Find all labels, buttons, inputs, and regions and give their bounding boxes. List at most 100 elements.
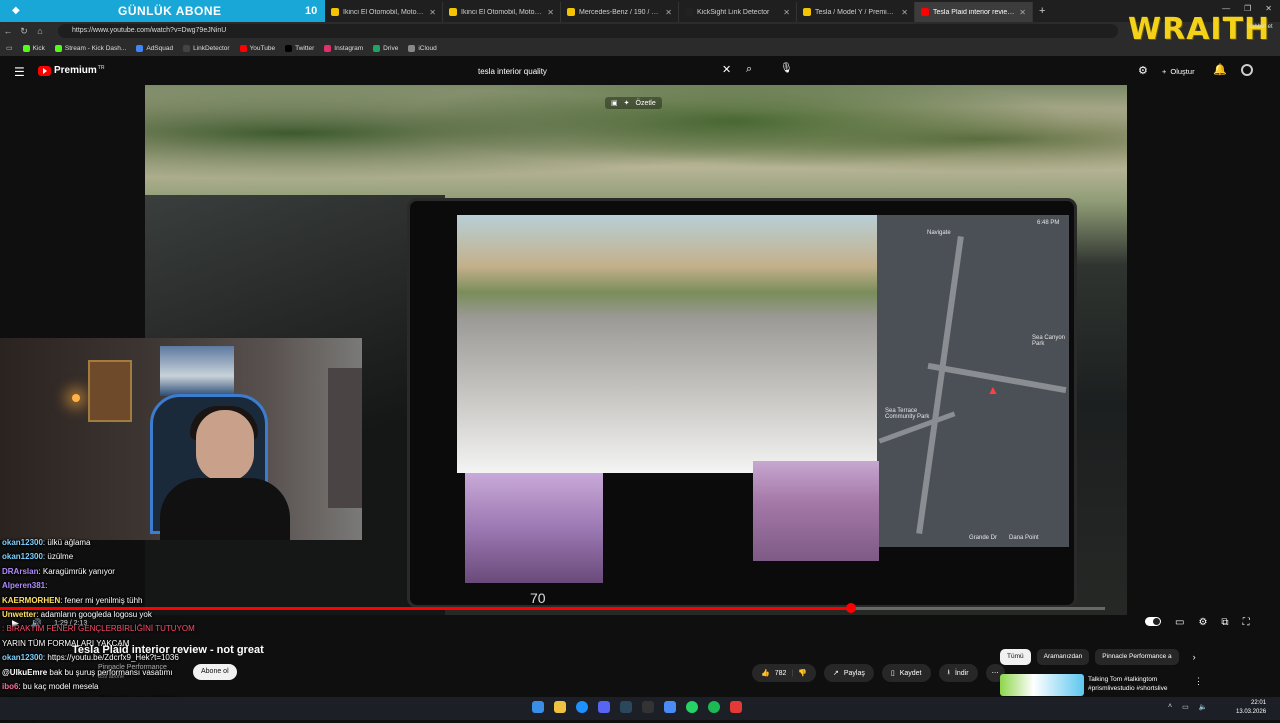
map-position-arrow-icon: ▲ [987, 383, 999, 397]
chat-username: okan12300 [2, 653, 43, 663]
streamer-webcam [0, 338, 362, 540]
bookmark-item[interactable]: iCloud [408, 44, 437, 52]
network-icon[interactable]: ▭ [1182, 703, 1189, 711]
tab-close-icon[interactable]: ✕ [901, 8, 908, 17]
share-icon: ↗ [832, 670, 839, 677]
settings-gear-icon[interactable]: ⚙ [1198, 617, 1207, 628]
chat-message: DRArslan: Karagümrük yanıyor [2, 565, 302, 579]
recommended-video[interactable]: Talking Tom #talkingtom #prismlivestudio… [1000, 674, 1200, 696]
taskbar-apps [532, 701, 742, 713]
reload-icon[interactable]: ↻ [16, 26, 32, 37]
chat-username: ibo6 [2, 682, 19, 692]
like-icon[interactable]: 👍 [761, 669, 770, 677]
tab-close-icon[interactable]: ✕ [783, 8, 790, 17]
share-button[interactable]: ↗ Paylaş [823, 664, 874, 682]
miniplayer-icon[interactable]: ⧉ [1221, 617, 1228, 628]
save-button[interactable]: ▯ Kaydet [881, 664, 931, 682]
browser-tab[interactable]: İkinci El Otomobil, Motosiklet Mo✕ [325, 2, 443, 22]
browser-tab[interactable]: Tesla Plaid interior review - not gre ✕ [915, 2, 1033, 22]
speaker-icon[interactable]: 🔈 [1199, 703, 1208, 711]
recommended-thumbnail[interactable] [1000, 674, 1084, 696]
bookmark-item[interactable]: Kick [22, 44, 45, 52]
whatsapp-icon[interactable] [686, 701, 698, 713]
terminal-icon[interactable] [642, 701, 654, 713]
bookmark-item[interactable]: LinkDetector [183, 44, 230, 52]
account-avatar[interactable] [1241, 64, 1253, 76]
bookmark-label: LinkDetector [193, 44, 230, 52]
subtitles-icon[interactable]: ▭ [1175, 617, 1184, 628]
subscribe-button[interactable]: Abone ol [193, 664, 237, 680]
steam-icon[interactable] [620, 701, 632, 713]
notifications-bell-icon[interactable]: 🔔 [1213, 63, 1227, 76]
bookmark-item[interactable]: YouTube [239, 44, 275, 52]
tab-close-icon[interactable]: ✕ [429, 8, 436, 17]
progress-scrubber[interactable] [845, 603, 856, 613]
bookmark-item[interactable]: Stream - Kick Dash... [54, 44, 126, 52]
app-icon[interactable] [664, 701, 676, 713]
bookmarks-menu-icon[interactable]: ▭ [6, 44, 13, 52]
webcam-lamp [72, 394, 80, 402]
browser-tab[interactable]: İkinci El Otomobil, Motosiklet Mo✕ [443, 2, 561, 22]
clock-date: 13.03.2026 [1236, 709, 1267, 715]
daily-subscriber-banner: ◆ GÜNLÜK ABONE 10 [0, 0, 325, 22]
obs-icon[interactable] [730, 701, 742, 713]
rec-title-line-1: Talking Tom #talkingtom [1088, 676, 1158, 683]
clear-search-icon[interactable]: ✕ [722, 63, 731, 76]
search-icon[interactable]: ⌕ [746, 63, 752, 76]
create-button[interactable]: + Oluştur [1156, 63, 1201, 79]
download-button[interactable]: ⭳ İndir [938, 664, 978, 682]
bookmark-item[interactable]: Drive [373, 44, 398, 52]
search-input[interactable]: tesla interior quality [470, 61, 740, 81]
home-icon[interactable]: ⌂ [32, 26, 48, 36]
summarize-icon: ✦ [623, 100, 630, 107]
download-label: İndir [954, 669, 969, 677]
stream-chat-overlay: okan12300: ülkü ağlama okan12300: üzülme D… [2, 536, 302, 723]
save-label: Kaydet [899, 669, 922, 677]
windows-taskbar: ˄ ▭ 🔈 22:01 13.03.2026 [0, 697, 1280, 720]
edge-icon[interactable] [576, 701, 588, 713]
webcam-shelf [328, 368, 362, 508]
video-right-camera [753, 461, 879, 561]
url-input[interactable]: https://www.youtube.com/watch?v=Dwg79eJN… [58, 24, 1118, 38]
browser-tab[interactable]: KickSight Link Detector ✕ [679, 2, 797, 22]
tab-close-icon[interactable]: ✕ [547, 8, 554, 17]
tab-favicon-icon [449, 8, 457, 16]
like-count[interactable]: 782 [775, 670, 787, 677]
browser-tab[interactable]: Tesla / Model Y / Premium (Uzun Me ✕ [797, 2, 915, 22]
new-tab-button[interactable]: + [1039, 5, 1045, 17]
chip-from-search[interactable]: Aramanızdan [1036, 649, 1090, 665]
taskbar-clock[interactable]: 22:01 13.03.2026 [1236, 699, 1266, 717]
chat-username: KAERMORHEN [2, 595, 61, 605]
tab-close-icon[interactable]: ✕ [1019, 8, 1026, 17]
chip-all[interactable]: Tümü [1000, 649, 1031, 665]
video-map-panel: Navigate 6:48 PM Sea Canyon Park Sea Ter… [877, 215, 1069, 547]
hamburger-menu-icon[interactable]: ☰ [14, 65, 25, 79]
create-label: Oluştur [1170, 66, 1195, 76]
recommended-title[interactable]: Talking Tom #talkingtom #prismlivestudio… [1088, 675, 1188, 693]
tray-chevron-icon[interactable]: ˄ [1168, 703, 1172, 711]
channel-name[interactable]: Pinnacle Performance [98, 664, 167, 671]
extension-icon[interactable]: ⚙ [1138, 64, 1148, 77]
recommended-more-icon[interactable]: ⋮ [1194, 676, 1203, 687]
chat-text: : fener mi yenilmiş tühh [60, 595, 143, 605]
chip-channel[interactable]: Pinnacle Performance a [1095, 649, 1179, 665]
spotify-icon[interactable] [708, 701, 720, 713]
summarize-chip[interactable]: ▣ ✦ Özetle [605, 97, 662, 109]
autoplay-toggle[interactable] [1145, 617, 1161, 626]
fullscreen-icon[interactable]: ⛶ [1243, 617, 1250, 628]
video-title: Tesla Plaid interior review - not great [72, 644, 264, 656]
microphone-icon[interactable]: 🎙 [780, 63, 793, 74]
windows-start-icon[interactable] [532, 701, 544, 713]
youtube-logo[interactable]: Premium TR [38, 65, 104, 76]
back-icon[interactable]: ← [0, 26, 16, 36]
tab-favicon-icon [567, 8, 575, 16]
browser-tab[interactable]: Mercedes-Benz / 190 / 190 E / 1.8 ✕ [561, 2, 679, 22]
bookmark-item[interactable]: Twitter [285, 44, 314, 52]
discord-icon[interactable] [598, 701, 610, 713]
file-explorer-icon[interactable] [554, 701, 566, 713]
bookmark-item[interactable]: Instagram [324, 44, 363, 52]
bookmark-item[interactable]: AdSquad [136, 44, 173, 52]
chevron-right-icon[interactable]: › [1193, 652, 1196, 662]
dislike-icon[interactable]: 👎 [798, 669, 807, 677]
tab-close-icon[interactable]: ✕ [665, 8, 672, 17]
